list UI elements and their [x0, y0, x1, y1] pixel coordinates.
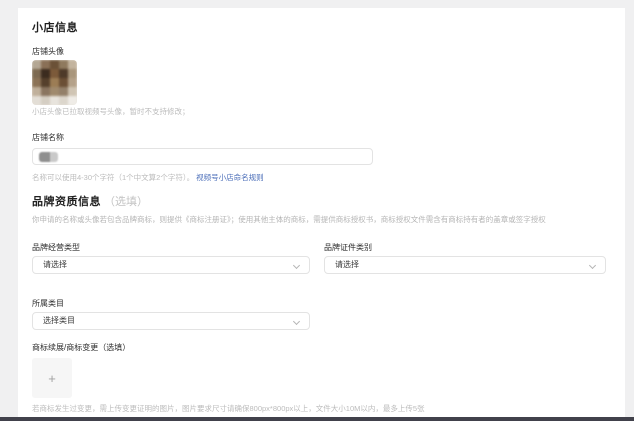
naming-rules-link[interactable]: 视频号小店命名规则 [196, 173, 264, 182]
section-title-brand-info: 品牌资质信息（选填） [32, 196, 611, 208]
brand-fields-row: 品牌经营类型 请选择 品牌证件类别 请选择 [32, 243, 611, 274]
brand-type-label: 品牌经营类型 [32, 243, 310, 252]
field-brand-type: 品牌经营类型 请选择 [32, 243, 310, 274]
field-category: 所属类目 选择类目 [32, 299, 310, 330]
window-bottom-edge [0, 417, 634, 421]
avatar-blurred-mosaic [32, 60, 77, 105]
brand-type-select[interactable]: 请选择 [32, 256, 310, 274]
shop-name-input[interactable] [32, 148, 373, 165]
avatar-note: 小店头像已拉取视频号头像，暂时不支持修改； [32, 107, 611, 116]
brand-info-description: 你申请的名称或头像若包含品牌商标，则提供《商标注册证》；使用其他主体的商标，需提… [32, 215, 611, 224]
brand-info-title-text: 品牌资质信息 [32, 196, 101, 208]
section-title-shop-info: 小店信息 [32, 22, 611, 34]
shop-name-hint-text: 名称可以使用4-30个字符（1个中文算2个字符）。 [32, 173, 194, 182]
brand-info-optional-tag: （选填） [104, 196, 148, 208]
chevron-down-icon [589, 262, 596, 269]
avatar-label: 店铺头像 [32, 47, 611, 56]
store-avatar-image [32, 60, 77, 105]
trademark-note: 若商标发生过变更，需上传变更证明的图片，图片要求尺寸请确保800px*800px… [32, 404, 611, 413]
brand-type-placeholder: 请选择 [43, 261, 67, 269]
category-placeholder: 选择类目 [43, 317, 75, 325]
category-select[interactable]: 选择类目 [32, 312, 310, 330]
cert-type-select[interactable]: 请选择 [324, 256, 606, 274]
shop-name-label: 店铺名称 [32, 133, 611, 142]
field-cert-type: 品牌证件类别 请选择 [324, 243, 606, 274]
category-label: 所属类目 [32, 299, 310, 308]
plus-icon: + [48, 372, 56, 385]
trademark-label: 商标续展/商标变更（选填） [32, 343, 611, 352]
shop-settings-card: 小店信息 店铺头像 小店头像已拉取视频号头像，暂时不支持修改； 店铺名称 名称可… [18, 8, 625, 417]
cert-type-label: 品牌证件类别 [324, 243, 606, 252]
chevron-down-icon [293, 262, 300, 269]
chevron-down-icon [293, 318, 300, 325]
shop-name-hint: 名称可以使用4-30个字符（1个中文算2个字符）。视频号小店命名规则 [32, 173, 611, 182]
trademark-upload-button[interactable]: + [32, 358, 72, 398]
cert-type-placeholder: 请选择 [335, 261, 359, 269]
blurred-shop-name-value [39, 152, 58, 162]
